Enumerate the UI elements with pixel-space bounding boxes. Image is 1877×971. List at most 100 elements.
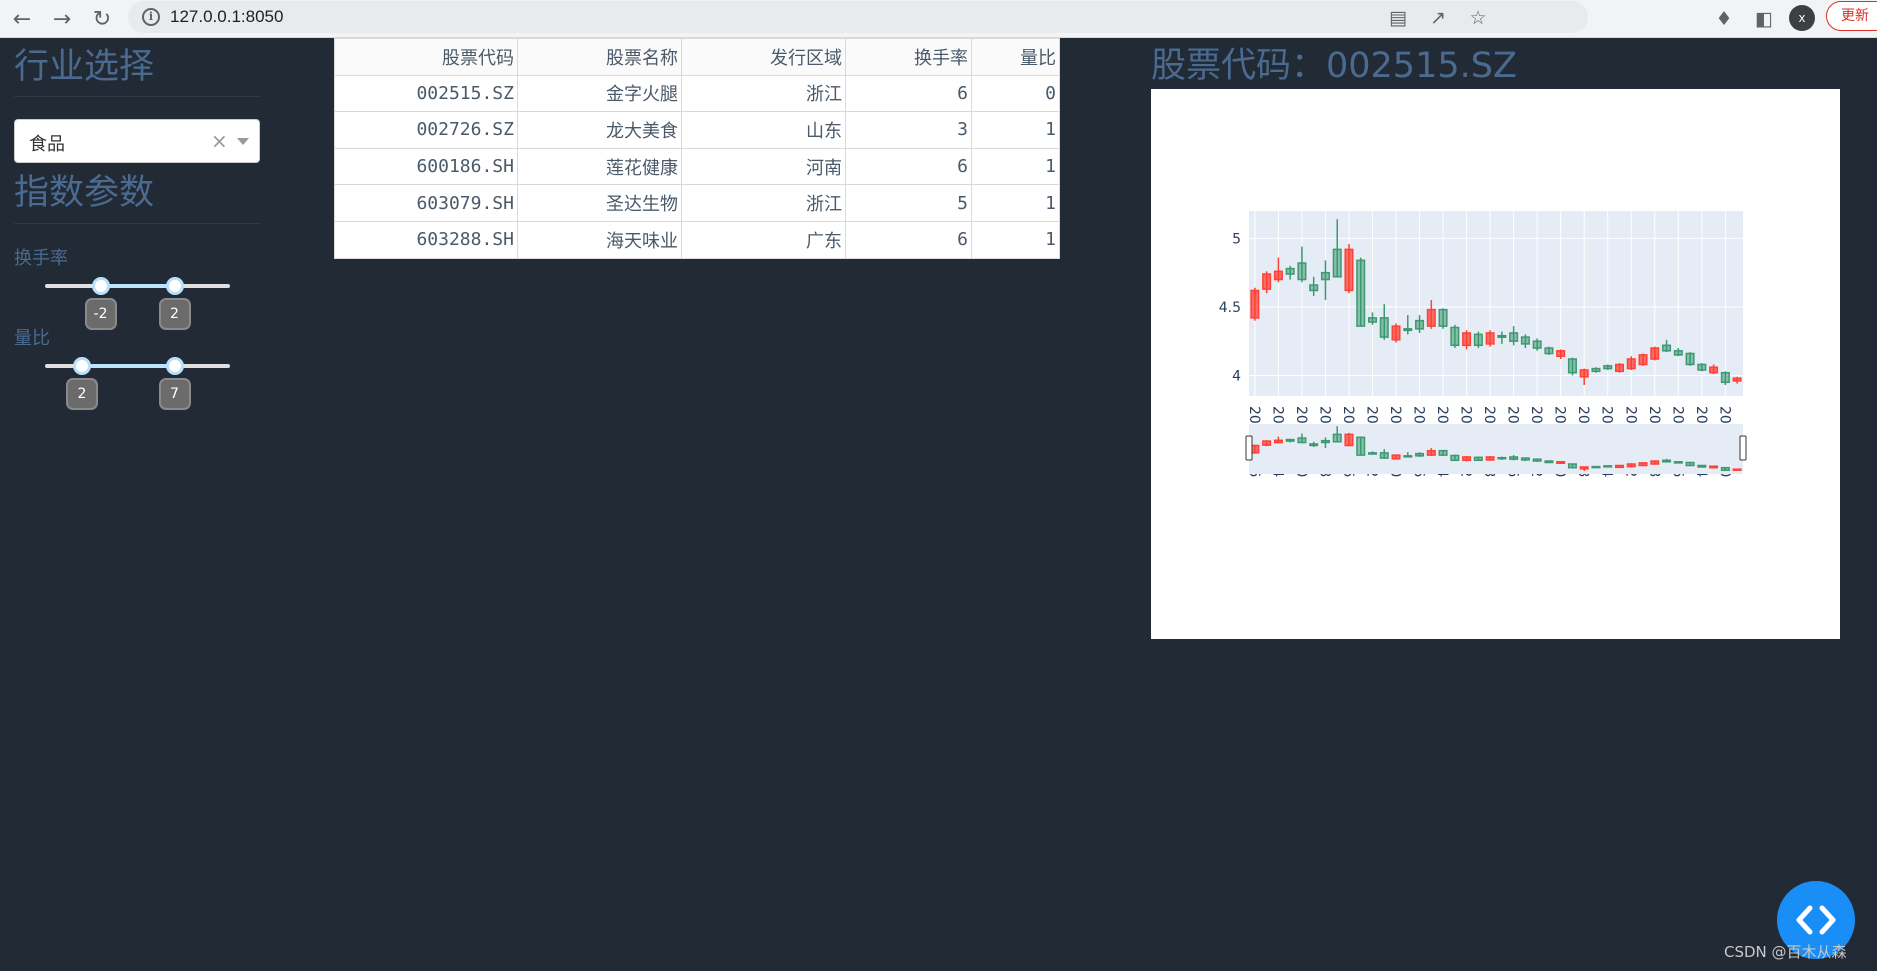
range-candle bbox=[1662, 459, 1672, 463]
cell-volume-ratio[interactable]: 1 bbox=[971, 147, 1060, 186]
cell-region[interactable]: 广东 bbox=[681, 220, 846, 259]
industry-dropdown[interactable]: 食品 × bbox=[14, 119, 260, 163]
cell-volume-ratio[interactable]: 1 bbox=[971, 220, 1060, 259]
range-candle bbox=[1485, 456, 1495, 461]
update-button[interactable]: 更新 bbox=[1826, 1, 1877, 31]
candle bbox=[1250, 289, 1260, 319]
table-row[interactable]: 002515.SZ 金字火腿 浙江 6 0 bbox=[334, 74, 1060, 113]
cell-volume-ratio[interactable]: 0 bbox=[971, 74, 1060, 113]
cell-stock-code[interactable]: 002515.SZ bbox=[334, 74, 518, 113]
range-candle bbox=[1473, 456, 1483, 462]
cell-stock-code[interactable]: 603079.SH bbox=[334, 184, 518, 222]
cell-stock-name[interactable]: 海天味业 bbox=[517, 220, 682, 259]
table-row[interactable]: 002726.SZ 龙大美食 山东 3 1 bbox=[334, 111, 1060, 149]
header-volume-ratio[interactable]: 量比 bbox=[971, 38, 1060, 76]
turnover-slider[interactable] bbox=[45, 277, 230, 295]
industry-divider bbox=[14, 96, 260, 97]
header-stock-code[interactable]: 股票代码 bbox=[334, 38, 518, 76]
site-info-icon[interactable]: i bbox=[142, 8, 160, 26]
cell-turnover[interactable]: 3 bbox=[845, 111, 972, 149]
range-candle bbox=[1391, 454, 1401, 460]
cell-turnover[interactable]: 6 bbox=[845, 147, 972, 186]
y-tick-label: 4 bbox=[1232, 368, 1241, 384]
range-slider-right-handle bbox=[1739, 435, 1747, 461]
extensions-puzzle-icon[interactable]: ♦ bbox=[1708, 3, 1740, 35]
turnover-min-handle[interactable] bbox=[91, 277, 110, 295]
candle bbox=[1673, 350, 1683, 356]
cell-turnover[interactable]: 6 bbox=[845, 220, 972, 259]
table-header-row: 股票代码 股票名称 发行区域 换手率 量比 bbox=[334, 38, 1060, 76]
forward-arrow-icon[interactable]: → bbox=[46, 3, 78, 35]
ratio-slider[interactable] bbox=[45, 357, 230, 375]
table-row[interactable]: 603288.SH 海天味业 广东 6 1 bbox=[334, 220, 1060, 259]
cell-region[interactable]: 河南 bbox=[681, 147, 846, 186]
cell-turnover[interactable]: 5 bbox=[845, 184, 972, 222]
header-stock-name[interactable]: 股票名称 bbox=[517, 38, 682, 76]
table-row[interactable]: 603079.SH 圣达生物 浙江 5 1 bbox=[334, 184, 1060, 222]
candlestick-chart-panel[interactable]: 2023010620230104202212302022122820221226… bbox=[1151, 89, 1840, 639]
cell-stock-code[interactable]: 603288.SH bbox=[334, 220, 518, 259]
share-icon[interactable]: ↗ bbox=[1426, 6, 1450, 30]
cell-stock-name[interactable]: 龙大美食 bbox=[517, 111, 682, 149]
clear-icon[interactable]: × bbox=[211, 129, 228, 153]
url-text: 127.0.0.1:8050 bbox=[170, 7, 284, 26]
translate-icon[interactable]: ▤ bbox=[1386, 6, 1410, 30]
range-candle bbox=[1603, 465, 1613, 468]
table-row[interactable]: 600186.SH 莲花健康 河南 6 1 bbox=[334, 147, 1060, 186]
candle bbox=[1415, 319, 1425, 330]
range-candle bbox=[1626, 463, 1636, 468]
cell-stock-name[interactable]: 莲花健康 bbox=[517, 147, 682, 186]
profile-avatar[interactable]: x bbox=[1789, 5, 1815, 31]
cell-volume-ratio[interactable]: 1 bbox=[971, 111, 1060, 149]
candlestick-chart[interactable]: 2023010620230104202212302022122820221226… bbox=[1151, 89, 1840, 639]
range-candle bbox=[1285, 438, 1295, 442]
cell-stock-code[interactable]: 600186.SH bbox=[334, 147, 518, 186]
range-candle bbox=[1709, 465, 1719, 469]
range-candle bbox=[1450, 454, 1460, 462]
candle bbox=[1379, 317, 1389, 338]
range-candle bbox=[1685, 461, 1695, 467]
candle bbox=[1591, 367, 1601, 373]
chevron-down-icon[interactable] bbox=[237, 138, 249, 145]
candle bbox=[1697, 363, 1707, 371]
candle bbox=[1626, 358, 1636, 370]
cell-stock-code[interactable]: 002726.SZ bbox=[334, 111, 518, 149]
cell-stock-name[interactable]: 金字火腿 bbox=[517, 74, 682, 113]
candle bbox=[1497, 334, 1507, 338]
back-arrow-icon[interactable]: ← bbox=[6, 3, 38, 35]
ratio-min-handle[interactable] bbox=[73, 357, 91, 375]
y-tick-label: 5 bbox=[1232, 231, 1241, 247]
candle bbox=[1462, 332, 1472, 347]
turnover-max-handle[interactable] bbox=[165, 277, 184, 295]
candle bbox=[1297, 262, 1307, 281]
range-candle bbox=[1532, 458, 1542, 462]
range-candle bbox=[1614, 464, 1625, 469]
cell-turnover[interactable]: 6 bbox=[845, 74, 972, 113]
browser-toolbar: ← → ↻ i 127.0.0.1:8050 ▤ ↗ ☆ ♦ ◧ x 更新 bbox=[0, 0, 1877, 38]
cell-region[interactable]: 浙江 bbox=[681, 184, 846, 222]
cell-region[interactable]: 浙江 bbox=[681, 74, 846, 113]
header-turnover[interactable]: 换手率 bbox=[845, 38, 972, 76]
side-panel-icon[interactable]: ◧ bbox=[1748, 3, 1780, 35]
range-candle bbox=[1697, 464, 1707, 468]
bookmark-star-icon[interactable]: ☆ bbox=[1466, 6, 1490, 30]
range-candle bbox=[1297, 437, 1307, 444]
range-candle bbox=[1356, 436, 1366, 456]
cell-volume-ratio[interactable]: 1 bbox=[971, 184, 1060, 222]
candle bbox=[1709, 366, 1719, 374]
range-candle bbox=[1567, 463, 1577, 469]
range-candle bbox=[1673, 461, 1683, 464]
cell-region[interactable]: 山东 bbox=[681, 111, 846, 149]
ratio-max-handle[interactable] bbox=[165, 357, 184, 375]
candle bbox=[1485, 332, 1495, 345]
ratio-label: 量比 bbox=[14, 328, 50, 349]
cell-stock-name[interactable]: 圣达生物 bbox=[517, 184, 682, 222]
range-candle bbox=[1320, 439, 1330, 444]
params-title: 指数参数 bbox=[14, 173, 155, 213]
range-candle bbox=[1426, 449, 1436, 456]
range-candle bbox=[1509, 456, 1519, 460]
range-candle bbox=[1273, 439, 1283, 444]
reload-icon[interactable]: ↻ bbox=[86, 3, 118, 35]
address-bar[interactable]: i 127.0.0.1:8050 ▤ ↗ ☆ bbox=[128, 1, 1588, 33]
header-region[interactable]: 发行区域 bbox=[681, 38, 846, 76]
